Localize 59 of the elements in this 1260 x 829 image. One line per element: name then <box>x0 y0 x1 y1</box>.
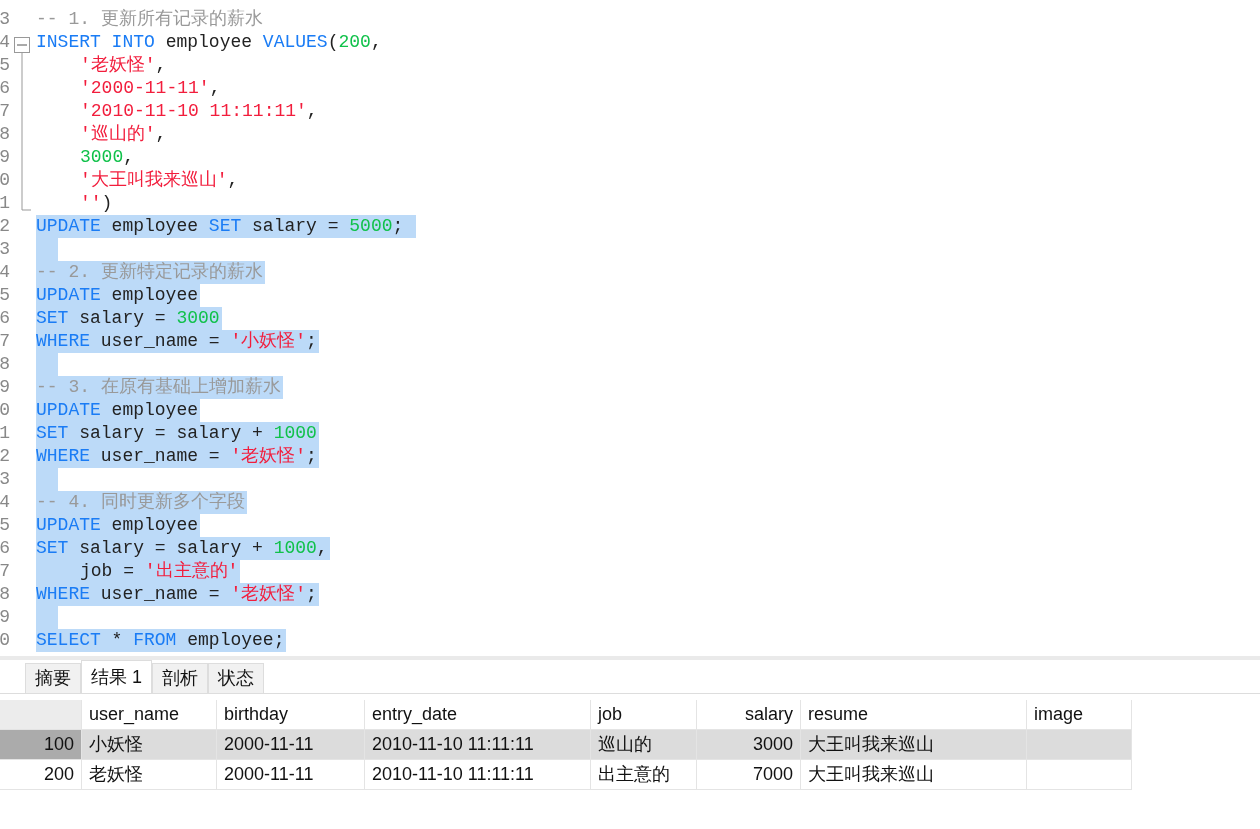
table-cell: 7000 <box>697 760 801 790</box>
line-number: 6 <box>0 537 10 560</box>
table-cell: 老妖怪 <box>82 760 217 790</box>
line-number: 8 <box>0 583 10 606</box>
line-number: 7 <box>0 100 10 123</box>
line-number: 4 <box>0 491 10 514</box>
line-number: 6 <box>0 307 10 330</box>
line-number: 3 <box>0 8 10 31</box>
code-line: 3000, <box>79 146 136 169</box>
line-number: 0 <box>0 629 10 652</box>
code-line: -- 1. 更新所有记录的薪水 <box>36 8 264 31</box>
code-line: '大王叫我来巡山', <box>79 169 240 192</box>
line-number: 8 <box>0 353 10 376</box>
line-number: 5 <box>0 54 10 77</box>
result-tab[interactable]: 状态 <box>208 663 264 693</box>
table-cell: 小妖怪 <box>82 730 217 760</box>
table-cell: 2010-11-10 11:11:11 <box>365 760 591 790</box>
table-cell: 巡山的 <box>591 730 697 760</box>
line-number: 5 <box>0 514 10 537</box>
line-number: 3 <box>0 468 10 491</box>
line-number: 6 <box>0 77 10 100</box>
row-header[interactable]: 200 <box>0 760 82 790</box>
table-cell: 出主意的 <box>591 760 697 790</box>
table-cell: 大王叫我来巡山 <box>801 730 1027 760</box>
line-number: 4 <box>0 261 10 284</box>
table-cell: 2010-11-10 11:11:11 <box>365 730 591 760</box>
code-line: '老妖怪', <box>79 54 168 77</box>
code-line: '巡山的', <box>79 123 168 146</box>
line-number: 5 <box>0 284 10 307</box>
code-line: INSERT INTO employee VALUES(200, <box>36 31 383 54</box>
table-cell: 大王叫我来巡山 <box>801 760 1027 790</box>
line-number: 1 <box>0 422 10 445</box>
table-cell: 2000-11-11 <box>217 760 365 790</box>
table-row[interactable]: 200 老妖怪 2000-11-11 2010-11-10 11:11:11 出主意的 7000 大王叫我来巡山 <box>0 760 1260 790</box>
table-cell: 2000-11-11 <box>217 730 365 760</box>
result-tab[interactable]: 剖析 <box>152 663 208 693</box>
fold-end-line <box>21 193 32 211</box>
row-header[interactable]: 100 <box>0 730 82 760</box>
line-number: 1 <box>0 192 10 215</box>
line-number: 0 <box>0 169 10 192</box>
line-number: 4 <box>0 31 10 54</box>
line-number: 9 <box>0 376 10 399</box>
line-number: 7 <box>0 330 10 353</box>
line-number: 2 <box>0 215 10 238</box>
line-number: 7 <box>0 560 10 583</box>
line-number: 9 <box>0 606 10 629</box>
code-line: '2010-11-10 11:11:11', <box>79 100 319 123</box>
result-tab[interactable]: 结果 1 <box>81 660 152 693</box>
line-number: 3 <box>0 238 10 261</box>
line-number: 2 <box>0 445 10 468</box>
line-number: 9 <box>0 146 10 169</box>
line-number: 8 <box>0 123 10 146</box>
fold-collapse-icon[interactable] <box>14 36 30 56</box>
line-number: 0 <box>0 399 10 422</box>
code-line: '2000-11-11', <box>79 77 222 100</box>
table-row[interactable]: 100 小妖怪 2000-11-11 2010-11-10 11:11:11 巡山的 3000 大王叫我来巡山 <box>0 730 1260 760</box>
result-tab[interactable]: 摘要 <box>25 663 81 693</box>
code-line: '') <box>79 192 114 215</box>
table-cell: 3000 <box>697 730 801 760</box>
